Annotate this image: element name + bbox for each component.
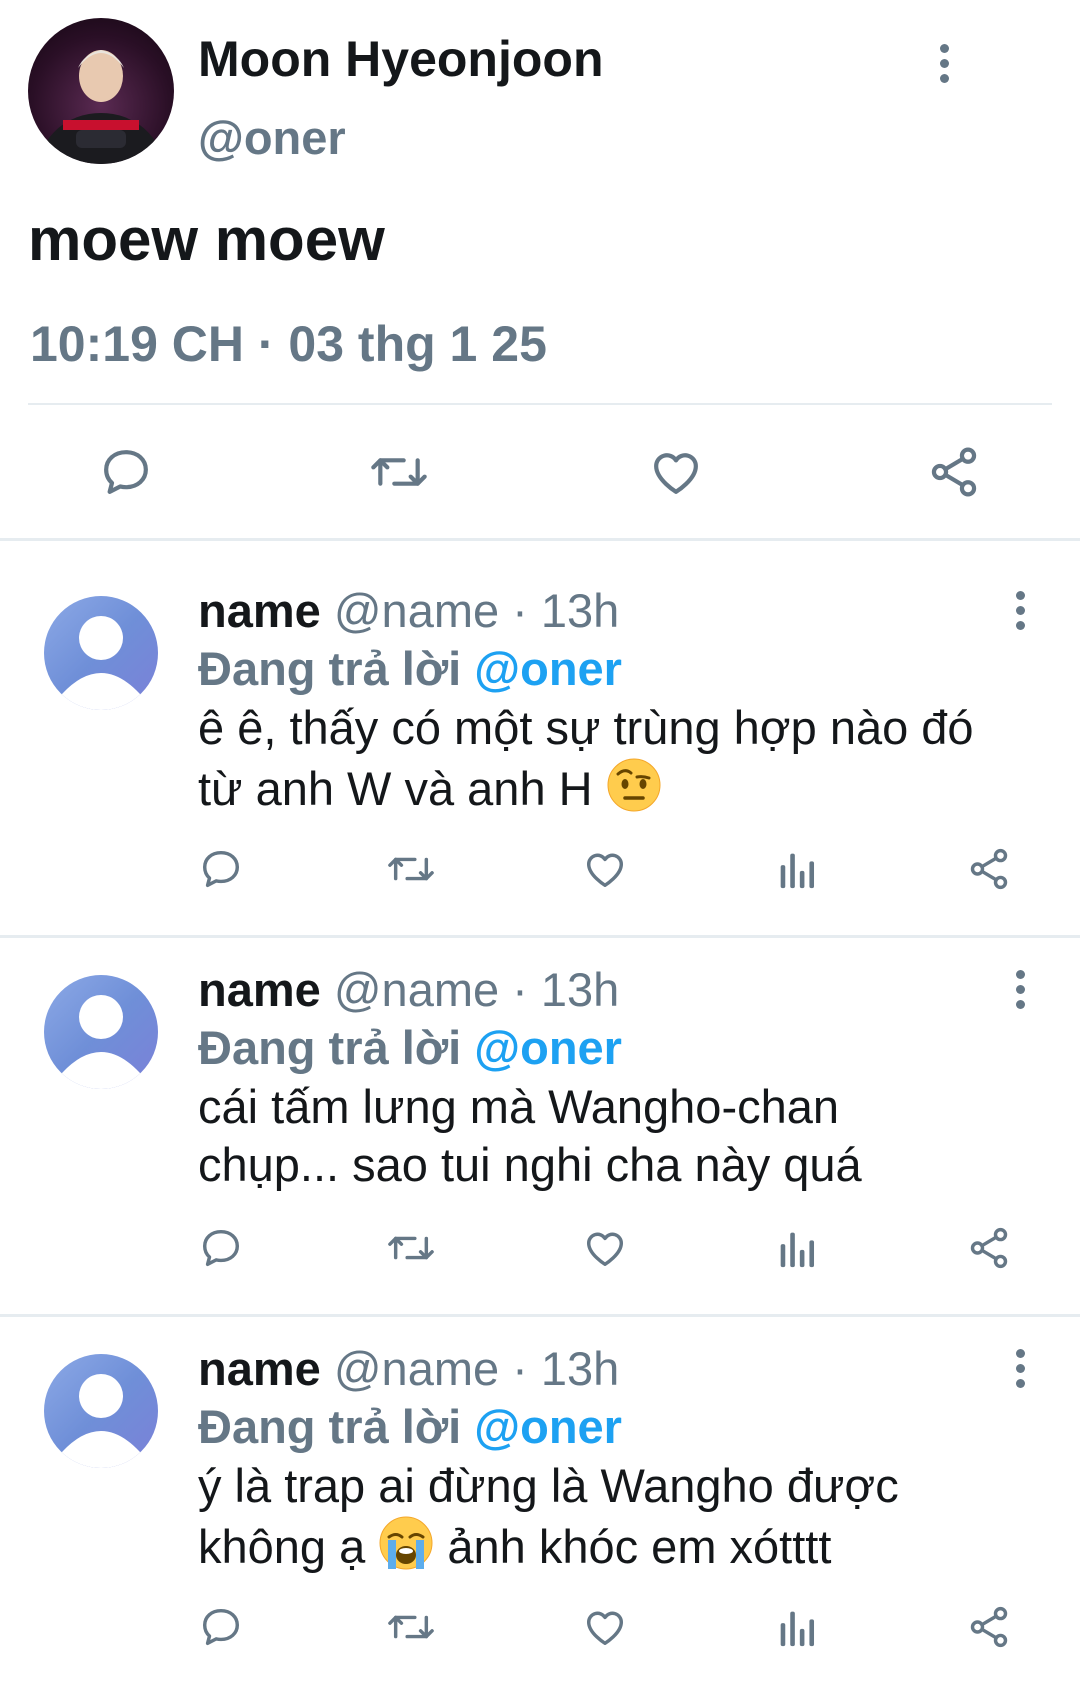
share-icon[interactable]	[966, 1225, 1012, 1271]
avatar[interactable]	[44, 596, 158, 710]
replying-to: Đang trả lời @oner	[198, 1399, 622, 1454]
tweet-text: moew moew	[28, 206, 385, 273]
reply-icon[interactable]	[198, 1604, 244, 1650]
reply-author-name[interactable]: name	[198, 963, 321, 1016]
like-icon[interactable]	[582, 1604, 628, 1650]
share-icon[interactable]	[966, 846, 1012, 892]
like-icon[interactable]	[648, 444, 704, 500]
reply-text-fragment: không ạ	[198, 1520, 379, 1573]
reply-tweet[interactable]: name @name · 13h Đang trả lời @oner ê ê,…	[0, 541, 1080, 917]
retweet-icon[interactable]	[368, 444, 430, 500]
more-icon[interactable]	[934, 44, 954, 88]
reply-action-bar	[0, 1225, 1080, 1275]
more-icon[interactable]	[1010, 591, 1030, 635]
like-icon[interactable]	[582, 846, 628, 892]
reply-text-fragment: ảnh khóc em xótttt	[434, 1520, 832, 1573]
analytics-icon[interactable]	[776, 1604, 816, 1650]
reply-author-name[interactable]: name	[198, 1342, 321, 1395]
reply-text-line: từ anh W và anh H	[198, 757, 1048, 818]
tweet-timestamp[interactable]: 10:19 CH · 03 thg 1 25	[30, 315, 547, 373]
reply-header: name @name · 13h	[198, 1341, 619, 1396]
retweet-icon[interactable]	[385, 1225, 437, 1271]
reply-text-line: cái tấm lưng mà Wangho-chan	[198, 1080, 840, 1133]
reply-meta: @name · 13h	[320, 963, 620, 1016]
author-display-name[interactable]: Moon Hyeonjoon	[198, 30, 604, 88]
reply-action-bar	[0, 1604, 1080, 1654]
share-icon[interactable]	[966, 1604, 1012, 1650]
replying-prefix: Đang trả lời	[198, 642, 475, 695]
reply-author-name[interactable]: name	[198, 584, 321, 637]
author-handle[interactable]: @oner	[198, 110, 346, 165]
reply-text-fragment: từ anh W và anh H	[198, 762, 606, 815]
analytics-icon[interactable]	[776, 1225, 816, 1271]
reply-meta: @name · 13h	[320, 1342, 620, 1395]
mention-link[interactable]: @oner	[474, 1400, 622, 1453]
avatar[interactable]	[44, 1354, 158, 1468]
divider	[28, 403, 1052, 405]
reply-text-line: không ạ ảnh khóc em xótttt	[198, 1515, 1048, 1576]
reply-tweet[interactable]: name @name · 13h Đang trả lời @oner ý là…	[0, 1299, 1080, 1675]
reply-meta: @name · 13h	[320, 584, 620, 637]
retweet-icon[interactable]	[385, 1604, 437, 1650]
reply-icon[interactable]	[198, 1225, 244, 1271]
like-icon[interactable]	[582, 1225, 628, 1271]
raised-eyebrow-emoji-icon	[606, 757, 662, 813]
reply-text-line: ê ê, thấy có một sự trùng hợp nào đó	[198, 701, 974, 754]
reply-action-bar	[0, 846, 1080, 896]
reply-tweet[interactable]: name @name · 13h Đang trả lời @oner cái …	[0, 920, 1080, 1296]
replying-to: Đang trả lời @oner	[198, 1020, 622, 1075]
reply-icon[interactable]	[198, 846, 244, 892]
main-tweet: Moon Hyeonjoon @oner moew moew 10:19 CH …	[0, 0, 1080, 540]
author-avatar[interactable]	[28, 18, 174, 164]
reply-header: name @name · 13h	[198, 962, 619, 1017]
mention-link[interactable]: @oner	[474, 1021, 622, 1074]
analytics-icon[interactable]	[776, 846, 816, 892]
more-icon[interactable]	[1010, 970, 1030, 1014]
replying-prefix: Đang trả lời	[198, 1400, 475, 1453]
retweet-icon[interactable]	[385, 846, 437, 892]
reply-text: ê ê, thấy có một sự trùng hợp nào đó từ …	[198, 699, 1048, 818]
crying-face-emoji-icon	[378, 1515, 434, 1571]
mention-link[interactable]: @oner	[474, 642, 622, 695]
avatar[interactable]	[44, 975, 158, 1089]
reply-text-line: ý là trap ai đừng là Wangho được	[198, 1459, 899, 1512]
reply-text-line: chụp... sao tui nghi cha này quá	[198, 1138, 862, 1191]
reply-icon[interactable]	[98, 444, 154, 500]
replying-prefix: Đang trả lời	[198, 1021, 475, 1074]
reply-text: cái tấm lưng mà Wangho-chan chụp... sao …	[198, 1078, 1048, 1194]
share-icon[interactable]	[926, 444, 982, 500]
reply-header: name @name · 13h	[198, 583, 619, 638]
reply-text: ý là trap ai đừng là Wangho được không ạ…	[198, 1457, 1048, 1576]
more-icon[interactable]	[1010, 1349, 1030, 1393]
tweet-action-bar	[0, 438, 1080, 508]
replying-to: Đang trả lời @oner	[198, 641, 622, 696]
